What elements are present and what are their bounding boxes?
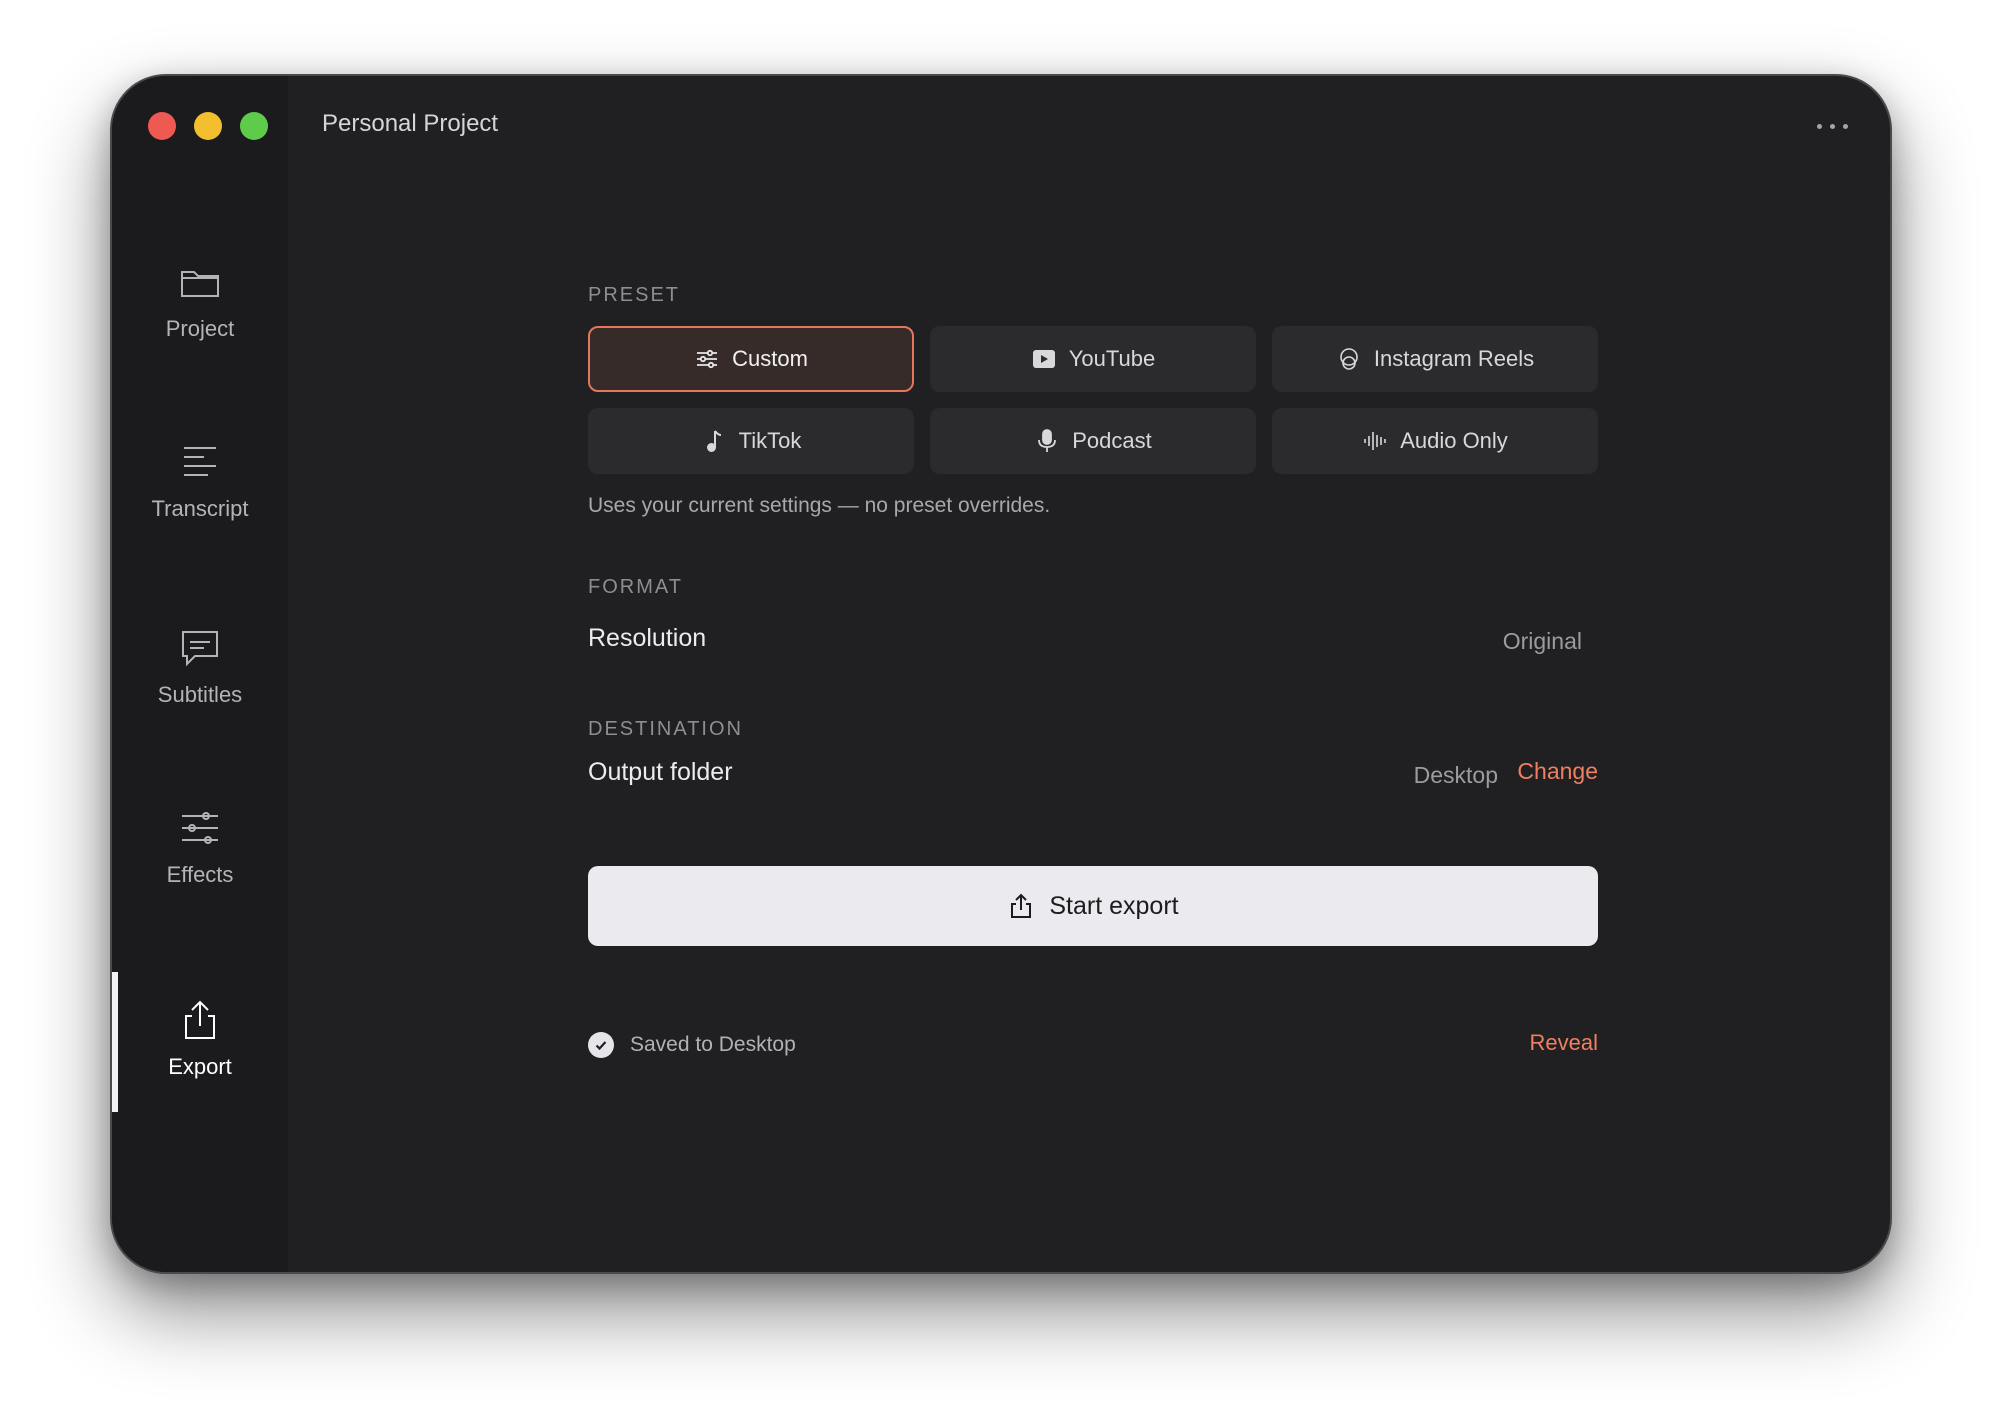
preset-label: YouTube bbox=[1068, 346, 1156, 371]
more-options-button[interactable] bbox=[1812, 116, 1852, 136]
close-window-button[interactable] bbox=[148, 112, 176, 140]
export-status: Saved to Desktop bbox=[588, 1032, 796, 1058]
sidebar-item-export[interactable]: Export bbox=[112, 998, 288, 1080]
output-folder-label: Output folder bbox=[588, 758, 733, 786]
sidebar-item-subtitles[interactable]: Subtitles bbox=[112, 626, 288, 708]
app-window: Personal Project Project Transcript Subt… bbox=[110, 74, 1892, 1274]
preset-podcast-button[interactable]: Podcast bbox=[930, 408, 1256, 474]
sidebar-item-effects[interactable]: Effects bbox=[112, 806, 288, 888]
preset-custom-button[interactable]: Custom bbox=[588, 326, 914, 392]
share-upload-icon bbox=[1011, 893, 1032, 918]
sliders-icon bbox=[697, 349, 718, 369]
sidebar-item-label: Project bbox=[165, 316, 235, 341]
preset-youtube-button[interactable]: YouTube bbox=[930, 326, 1256, 392]
preset-label: Podcast bbox=[1072, 428, 1152, 453]
sidebar-item-label: Effects bbox=[166, 862, 234, 887]
reveal-link[interactable]: Reveal bbox=[1530, 1030, 1598, 1056]
preset-label: Instagram Reels bbox=[1373, 346, 1535, 371]
transcript-lines-icon bbox=[184, 447, 216, 476]
sliders-icon bbox=[182, 812, 218, 844]
minimize-window-button[interactable] bbox=[194, 112, 222, 140]
preset-grid: Custom YouTube Instagram Reels TikTok Po… bbox=[588, 326, 1598, 474]
resolution-value[interactable]: Original bbox=[1503, 628, 1582, 655]
more-dots-icon bbox=[1816, 123, 1822, 129]
sidebar-item-transcript[interactable]: Transcript bbox=[112, 440, 288, 522]
window-title: Personal Project bbox=[322, 110, 499, 137]
window-controls bbox=[148, 112, 268, 140]
start-export-button[interactable]: Start export bbox=[588, 866, 1598, 946]
zoom-window-button[interactable] bbox=[240, 112, 268, 140]
checkmark-icon bbox=[588, 1032, 614, 1058]
preset-label: TikTok bbox=[738, 428, 802, 453]
sidebar-item-label: Subtitles bbox=[157, 682, 243, 707]
sidebar-item-label: Transcript bbox=[151, 496, 249, 521]
preset-label: Custom bbox=[732, 346, 808, 371]
youtube-play-icon bbox=[1032, 350, 1055, 368]
resolution-label: Resolution bbox=[588, 624, 707, 652]
preset-label: Audio Only bbox=[1400, 428, 1508, 453]
sidebar-item-project[interactable]: Project bbox=[112, 260, 288, 342]
start-export-label: Start export bbox=[1049, 891, 1179, 920]
preset-instagram-reels-button[interactable]: Instagram Reels bbox=[1272, 326, 1598, 392]
music-note-icon bbox=[706, 430, 721, 452]
waveform-icon bbox=[1364, 432, 1386, 450]
share-upload-icon bbox=[185, 1000, 215, 1039]
reels-icon bbox=[1340, 348, 1358, 370]
subtitles-bubble-icon bbox=[182, 631, 218, 667]
microphone-icon bbox=[1038, 429, 1057, 452]
status-text: Saved to Desktop bbox=[630, 1033, 796, 1056]
preset-section-label: PRESET bbox=[588, 284, 681, 306]
change-folder-link[interactable]: Change bbox=[1517, 758, 1598, 785]
folder-icon bbox=[181, 271, 219, 297]
preset-audio-only-button[interactable]: Audio Only bbox=[1272, 408, 1598, 474]
output-folder-value: Desktop bbox=[1413, 762, 1498, 788]
preset-tiktok-button[interactable]: TikTok bbox=[588, 408, 914, 474]
preset-hint: Uses your current settings — no preset o… bbox=[588, 494, 1051, 517]
destination-section-label: DESTINATION bbox=[588, 718, 743, 740]
sidebar-item-label: Export bbox=[168, 1054, 232, 1079]
format-section-label: FORMAT bbox=[588, 576, 683, 598]
